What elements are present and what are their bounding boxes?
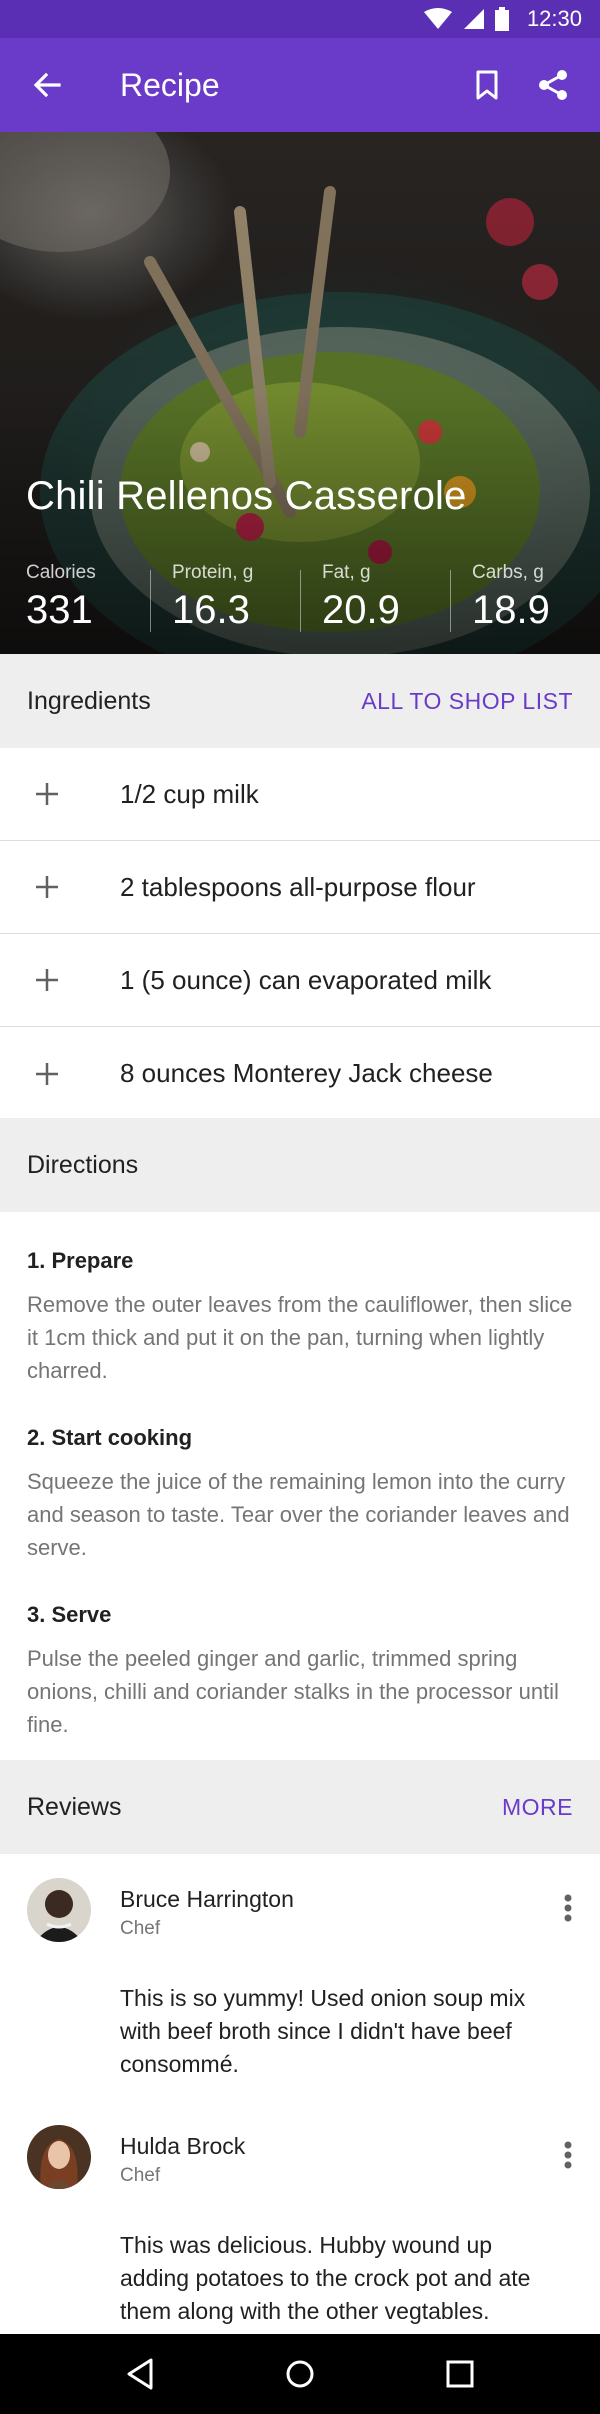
avatar-image — [27, 1878, 91, 1942]
direction-step: 3. Serve Pulse the peeled ginger and gar… — [27, 1602, 573, 1741]
ingredient-text: 2 tablespoons all-purpose flour — [120, 871, 476, 902]
home-circle-icon — [286, 2360, 314, 2388]
reviews-title: Reviews — [27, 1792, 122, 1821]
page-title: Recipe — [120, 66, 220, 103]
avatar[interactable] — [27, 2125, 91, 2189]
step-title: 2. Start cooking — [27, 1425, 193, 1450]
wifi-icon — [423, 8, 452, 29]
step-title: 3. Serve — [27, 1602, 112, 1627]
recipe-hero-image: Chili Rellenos Casserole Calories 331 Pr… — [0, 132, 600, 654]
nutrition-value: 16.3 — [172, 588, 250, 632]
plus-icon — [36, 1062, 58, 1085]
nav-recents-button[interactable] — [420, 2334, 500, 2414]
avatar-image — [27, 2125, 91, 2189]
bookmark-button[interactable] — [454, 38, 520, 132]
plus-icon — [36, 969, 58, 991]
battery-icon — [494, 7, 509, 31]
plus-icon — [36, 783, 58, 805]
list-item: 1/2 cup milk — [0, 748, 600, 841]
direction-step: 2. Start cooking Squeeze the juice of th… — [27, 1425, 573, 1564]
nutrition-label: Fat, g — [322, 562, 371, 583]
more-reviews-button[interactable]: MORE — [502, 1794, 573, 1821]
nav-home-button[interactable] — [260, 2334, 340, 2414]
nutrition-fat: Fat, g 20.9 — [300, 552, 450, 642]
reviewer-name: Hulda Brock — [120, 2133, 246, 2159]
directions-title: Directions — [27, 1150, 139, 1179]
status-time: 12:30 — [526, 6, 582, 31]
reviews-header: Reviews MORE — [0, 1760, 600, 1854]
add-ingredient-button[interactable] — [0, 1027, 94, 1120]
ingredients-header: Ingredients ALL TO SHOP LIST — [0, 654, 600, 748]
review-options-button[interactable] — [556, 2135, 580, 2175]
reviewer-role: Chef — [120, 1918, 161, 1939]
share-button[interactable] — [520, 38, 586, 132]
recipe-title: Chili Rellenos Casserole — [26, 474, 467, 518]
ingredients-list: 1/2 cup milk 2 tablespoons all-purpose f… — [0, 748, 600, 1120]
reviewer-role: Chef — [120, 2165, 161, 2186]
all-to-shop-list-button[interactable]: ALL TO SHOP LIST — [361, 688, 573, 715]
share-icon — [539, 70, 567, 100]
review-comment: This was delicious. Hubby wound up addin… — [120, 2232, 531, 2324]
review-options-button[interactable] — [556, 1888, 580, 1928]
ingredient-text: 8 ounces Monterey Jack cheese — [120, 1058, 493, 1088]
nutrition-label: Calories — [26, 562, 96, 583]
nutrition-value: 20.9 — [322, 588, 400, 632]
back-button[interactable] — [0, 38, 94, 132]
nutrition-label: Carbs, g — [472, 562, 544, 583]
nutrition-carbs: Carbs, g 18.9 — [450, 552, 600, 642]
add-ingredient-button[interactable] — [0, 841, 94, 934]
ingredients-title: Ingredients — [27, 686, 151, 715]
nutrition-value: 331 — [26, 588, 93, 632]
back-triangle-icon — [127, 2358, 153, 2390]
list-item: 1 (5 ounce) can evaporated milk — [0, 934, 600, 1027]
step-text: Remove the outer leaves from the caulifl… — [27, 1292, 573, 1383]
step-title: 1. Prepare — [27, 1248, 134, 1273]
list-item: 2 tablespoons all-purpose flour — [0, 841, 600, 934]
nutrition-summary: Calories 331 Protein, g 16.3 Fat, g 20.9… — [0, 552, 600, 642]
nutrition-value: 18.9 — [472, 588, 550, 632]
more-vert-icon — [564, 2141, 572, 2169]
add-ingredient-button[interactable] — [0, 934, 94, 1027]
step-text: Squeeze the juice of the remaining lemon… — [27, 1469, 570, 1560]
ingredient-text: 1 (5 ounce) can evaporated milk — [120, 964, 492, 995]
step-text: Pulse the peeled ginger and garlic, trim… — [27, 1646, 559, 1737]
review-comment: This is so yummy! Used onion soup mix wi… — [120, 1985, 526, 2077]
app-bar: Recipe — [0, 38, 600, 132]
add-ingredient-button[interactable] — [0, 748, 94, 841]
review-item: Bruce Harrington Chef This is so yummy! … — [0, 1878, 600, 2077]
system-nav-bar — [0, 2334, 600, 2414]
directions-list: 1. Prepare Remove the outer leaves from … — [27, 1212, 573, 1779]
review-item: Hulda Brock Chef This was delicious. Hub… — [0, 2125, 600, 2325]
plus-icon — [36, 876, 58, 898]
cell-signal-icon — [463, 9, 484, 29]
avatar[interactable] — [27, 1878, 91, 1942]
more-vert-icon — [564, 1894, 572, 1922]
bookmark-icon — [476, 70, 498, 100]
nutrition-calories: Calories 331 — [0, 552, 150, 642]
nav-back-button[interactable] — [100, 2334, 180, 2414]
nutrition-protein: Protein, g 16.3 — [150, 552, 300, 642]
directions-header: Directions — [0, 1118, 600, 1212]
nutrition-label: Protein, g — [172, 562, 254, 583]
ingredient-text: 1/2 cup milk — [120, 778, 259, 809]
direction-step: 1. Prepare Remove the outer leaves from … — [27, 1248, 573, 1387]
reviewer-name: Bruce Harrington — [120, 1886, 294, 1912]
status-bar: 12:30 — [0, 0, 600, 38]
recents-square-icon — [446, 2360, 474, 2388]
list-item: 8 ounces Monterey Jack cheese — [0, 1027, 600, 1120]
arrow-back-icon — [33, 72, 61, 98]
